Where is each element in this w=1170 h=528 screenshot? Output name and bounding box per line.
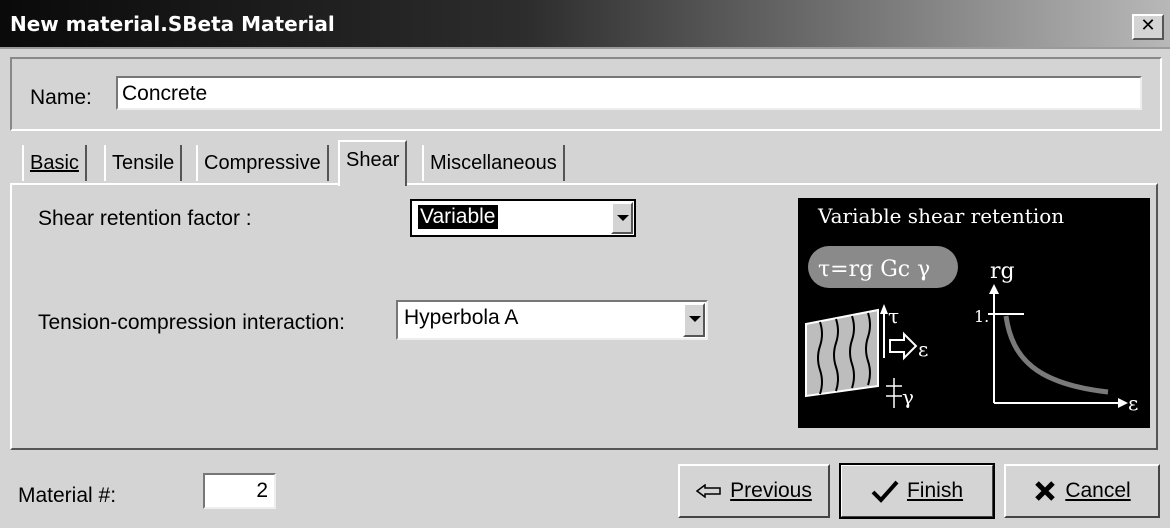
shear-retention-label: Shear retention factor : (38, 207, 252, 230)
previous-button[interactable]: Previous (678, 464, 830, 518)
eps-axis-arrowhead (1118, 398, 1128, 408)
x-icon (1035, 481, 1056, 501)
eps-label: ε (918, 337, 928, 361)
name-group: Name: Concrete (10, 57, 1162, 131)
material-number-label: Material #: (18, 484, 117, 507)
eps-arrow (889, 331, 918, 361)
tension-compression-label: Tension-compression interaction: (38, 311, 345, 334)
tab-compressive[interactable]: Compressive (196, 145, 329, 181)
finish-button[interactable]: Finish (839, 463, 995, 519)
rg-curve (1003, 315, 1109, 395)
tau-label: τ (888, 304, 899, 328)
tension-compression-select[interactable]: Hyperbola A (396, 300, 708, 340)
tab-shear[interactable]: Shear (338, 140, 408, 186)
chevron-down-icon[interactable] (611, 202, 633, 234)
y-axis-label: rg (990, 259, 1015, 284)
finish-label: Finish (906, 479, 964, 502)
tab-shear-label: Shear (346, 149, 400, 171)
close-icon: ✕ (1140, 15, 1156, 36)
tab-compressive-label: Compressive (204, 152, 321, 174)
tab-tensile-label: Tensile (112, 152, 175, 174)
tab-miscellaneous[interactable]: Miscellaneous (422, 145, 565, 181)
name-input[interactable]: Concrete (116, 76, 1142, 110)
material-number-input[interactable]: 2 (203, 473, 276, 509)
shear-retention-select[interactable]: Variable (410, 199, 636, 237)
shear-retention-diagram: Variable shear retention τ=rg Gc γ τ ε γ… (798, 198, 1150, 428)
gamma-label: γ (902, 385, 914, 409)
cancel-label: Cancel (1065, 479, 1131, 502)
checkmark-icon (871, 480, 899, 503)
diagram-title: Variable shear retention (817, 204, 1064, 228)
tension-compression-value: Hyperbola A (404, 306, 519, 329)
diagram-graphic: Variable shear retention τ=rg Gc γ τ ε γ… (805, 204, 1138, 415)
tick-label: 1. (974, 307, 989, 326)
tab-basic[interactable]: Basic (22, 145, 87, 181)
cancel-button[interactable]: Cancel (1004, 464, 1160, 518)
shear-retention-value: Variable (418, 205, 498, 229)
title-bar: New material.SBeta Material ✕ (0, 0, 1170, 49)
tab-miscellaneous-label: Miscellaneous (430, 152, 557, 174)
name-label: Name: (30, 86, 92, 109)
previous-label: Previous (730, 479, 812, 502)
close-button[interactable]: ✕ (1132, 14, 1164, 40)
tab-basic-label: Basic (30, 152, 79, 174)
tab-tensile[interactable]: Tensile (104, 145, 183, 181)
diagram-formula: τ=rg Gc γ (818, 257, 930, 282)
chevron-down-icon[interactable] (683, 303, 705, 337)
rg-axis-arrowhead (989, 284, 999, 294)
x-axis-label: ε (1128, 391, 1138, 415)
tau-arrowhead (880, 304, 888, 314)
window-title: New material.SBeta Material (10, 12, 335, 36)
left-arrow-icon (696, 484, 721, 498)
